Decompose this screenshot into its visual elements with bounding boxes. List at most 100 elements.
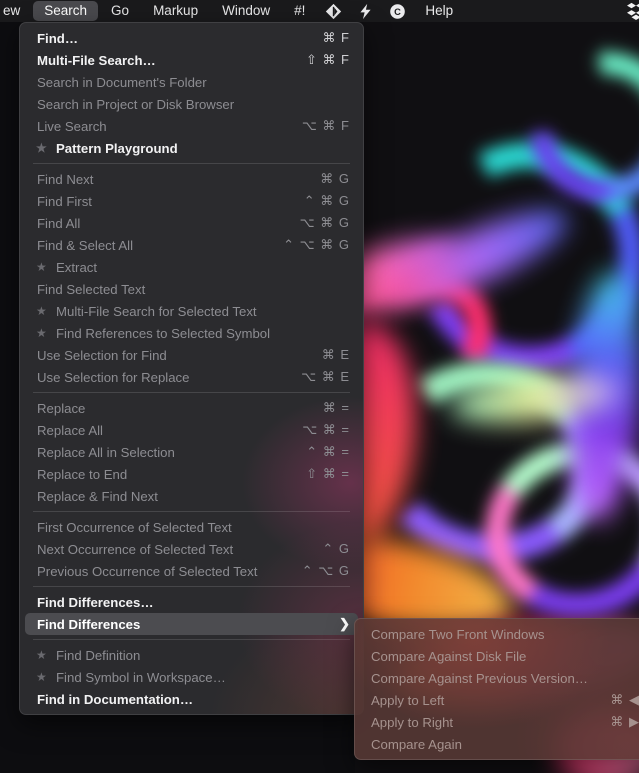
submenu-item-label: Compare Against Previous Version… [371,670,588,686]
submenu-item-apply-to-left: Apply to Left ⌘ ◀ [355,689,639,711]
menu-item-multi-file-search[interactable]: Multi-File Search… ⇧ ⌘ F [20,49,363,71]
menubar-item-shebang[interactable]: #! [283,1,316,21]
menu-item-next-occurrence-of-selected-text: Next Occurrence of Selected Text ⌃ G [20,538,363,560]
menu-item-shortcut: ⌘ = [322,400,350,415]
menu-item-label: Find Symbol in Workspace… [56,669,226,685]
submenu-item-label: Apply to Right [371,714,454,730]
submenu-item-compare-against-disk-file: Compare Against Disk File [355,645,639,667]
menu-item-label: Search in Document's Folder [37,74,207,90]
bolt-icon[interactable] [352,1,378,21]
menu-item-shortcut: ⇧ ⌘ = [306,466,350,481]
menu-item-find-all: Find All ⌥ ⌘ G [20,212,363,234]
menu-item-label: Find… [37,30,79,46]
submenu-item-compare-against-previous-version: Compare Against Previous Version… [355,667,639,689]
circle-c-icon[interactable]: C [384,1,410,21]
menu-item-label: Use Selection for Replace [37,369,190,385]
menu-item-pattern-playground[interactable]: ★ Pattern Playground [20,137,363,159]
desktop: ew Search Go Markup Window #! C Help Fin… [0,0,639,773]
menu-item-shortcut: ⌘ G [320,171,350,186]
search-menu-body: Find… ⌘ F Multi-File Search… ⇧ ⌘ F Search in… [20,27,363,710]
star-icon: ★ [36,670,47,684]
menu-item-label: Find & Select All [37,237,134,253]
menu-item-multi-file-search-for-selected-text: ★ Multi-File Search for Selected Text [20,300,363,322]
menu-item-label: Find Selected Text [37,281,146,297]
menu-item-find-differences[interactable]: Find Differences ❯ [25,613,358,635]
menu-item-label: Find Differences [37,616,141,632]
menu-item-use-selection-for-replace: Use Selection for Replace ⌥ ⌘ E [20,366,363,388]
menu-item-previous-occurrence-of-selected-text: Previous Occurrence of Selected Text ⌃ ⌥ … [20,560,363,582]
menu-item-find[interactable]: Find… ⌘ F [20,27,363,49]
menu-separator [33,639,350,640]
menu-separator [33,163,350,164]
submenu-item-label: Compare Against Disk File [371,648,527,664]
menu-item-shortcut: ⌃ ⌥ ⌘ G [283,237,350,252]
menubar-item-search[interactable]: Search [33,1,99,21]
menu-item-label: Live Search [37,118,107,134]
star-icon: ★ [36,304,47,318]
menu-item-find-selected-text: Find Selected Text [20,278,363,300]
menu-item-shortcut: ⌃ ⌘ G [303,193,350,208]
menu-item-search-in-project-or-disk-browser: Search in Project or Disk Browser [20,93,363,115]
menubar-item-go[interactable]: Go [100,1,140,21]
menubar-item-markup[interactable]: Markup [142,1,209,21]
menu-item-find-first: Find First ⌃ ⌘ G [20,190,363,212]
menu-item-shortcut: ⌘ F [322,30,350,45]
menu-item-label: Replace All in Selection [37,444,175,460]
menu-item-shortcut: ⌥ ⌘ F [301,118,350,133]
menu-item-find-next: Find Next ⌘ G [20,168,363,190]
menu-item-find-symbol-in-workspace: ★ Find Symbol in Workspace… [20,666,363,688]
menu-item-replace: Replace ⌘ = [20,397,363,419]
menu-item-replace-all: Replace All ⌥ ⌘ = [20,419,363,441]
menu-item-label: Previous Occurrence of Selected Text [37,563,258,579]
menu-separator [33,511,350,512]
menu-item-find-definition: ★ Find Definition [20,644,363,666]
menu-item-label: Use Selection for Find [37,347,167,363]
menubar-item-help[interactable]: Help [414,1,464,21]
dropbox-cluster-icon[interactable] [625,1,639,21]
menu-bar[interactable]: ew Search Go Markup Window #! C Help [0,0,639,22]
search-menu[interactable]: Find… ⌘ F Multi-File Search… ⇧ ⌘ F Search in… [19,22,364,715]
submenu-item-label: Compare Again [371,736,462,752]
menu-item-find-differences[interactable]: Find Differences… [20,591,363,613]
menu-item-use-selection-for-find: Use Selection for Find ⌘ E [20,344,363,366]
menu-item-label: Multi-File Search for Selected Text [56,303,257,319]
menu-item-label: First Occurrence of Selected Text [37,519,232,535]
menu-item-shortcut: ⌃ ⌘ = [306,444,350,459]
sourcetree-diamond-icon[interactable] [320,1,346,21]
menu-item-label: Search in Project or Disk Browser [37,96,235,112]
menu-item-replace-to-end: Replace to End ⇧ ⌘ = [20,463,363,485]
menu-item-label: Find Definition [56,647,141,663]
submenu-item-label: Apply to Left [371,692,445,708]
menu-item-shortcut: ⌃ ⌥ G [301,563,350,578]
menu-item-shortcut: ⌥ ⌘ G [299,215,350,230]
find-differences-submenu-body: Compare Two Front Windows Compare Against… [355,623,639,755]
menu-item-label: Replace All [37,422,103,438]
menubar-item-view[interactable]: ew [1,1,31,21]
find-differences-submenu[interactable]: Compare Two Front Windows Compare Against… [354,618,639,760]
star-icon: ★ [36,260,47,274]
menu-item-label: Find First [37,193,92,209]
menu-item-find-references-to-selected-symbol: ★ Find References to Selected Symbol [20,322,363,344]
menu-item-shortcut: ⇧ ⌘ F [305,52,350,67]
submenu-item-apply-to-right: Apply to Right ⌘ ▶ [355,711,639,733]
menu-item-label: Find References to Selected Symbol [56,325,271,341]
star-icon: ★ [36,326,47,340]
star-icon: ★ [36,141,47,155]
chevron-right-icon: ❯ [339,616,350,631]
menu-item-label: Next Occurrence of Selected Text [37,541,234,557]
menu-item-label: Multi-File Search… [37,52,156,68]
menu-item-find-in-documentation[interactable]: Find in Documentation… [20,688,363,710]
menu-item-replace-all-in-selection: Replace All in Selection ⌃ ⌘ = [20,441,363,463]
svg-text:C: C [394,7,401,17]
menu-item-label: Find All [37,215,81,231]
menu-item-shortcut: ⌃ G [322,541,350,556]
menu-item-label: Replace & Find Next [37,488,158,504]
menubar-item-window[interactable]: Window [211,1,281,21]
star-icon: ★ [36,648,47,662]
submenu-item-compare-again: Compare Again [355,733,639,755]
menu-item-label: Pattern Playground [56,140,178,156]
menu-item-label: Find Differences… [37,594,154,610]
menu-item-shortcut: ⌘ E [321,347,350,362]
menubar-status-area[interactable] [622,1,639,21]
menu-item-live-search: Live Search ⌥ ⌘ F [20,115,363,137]
